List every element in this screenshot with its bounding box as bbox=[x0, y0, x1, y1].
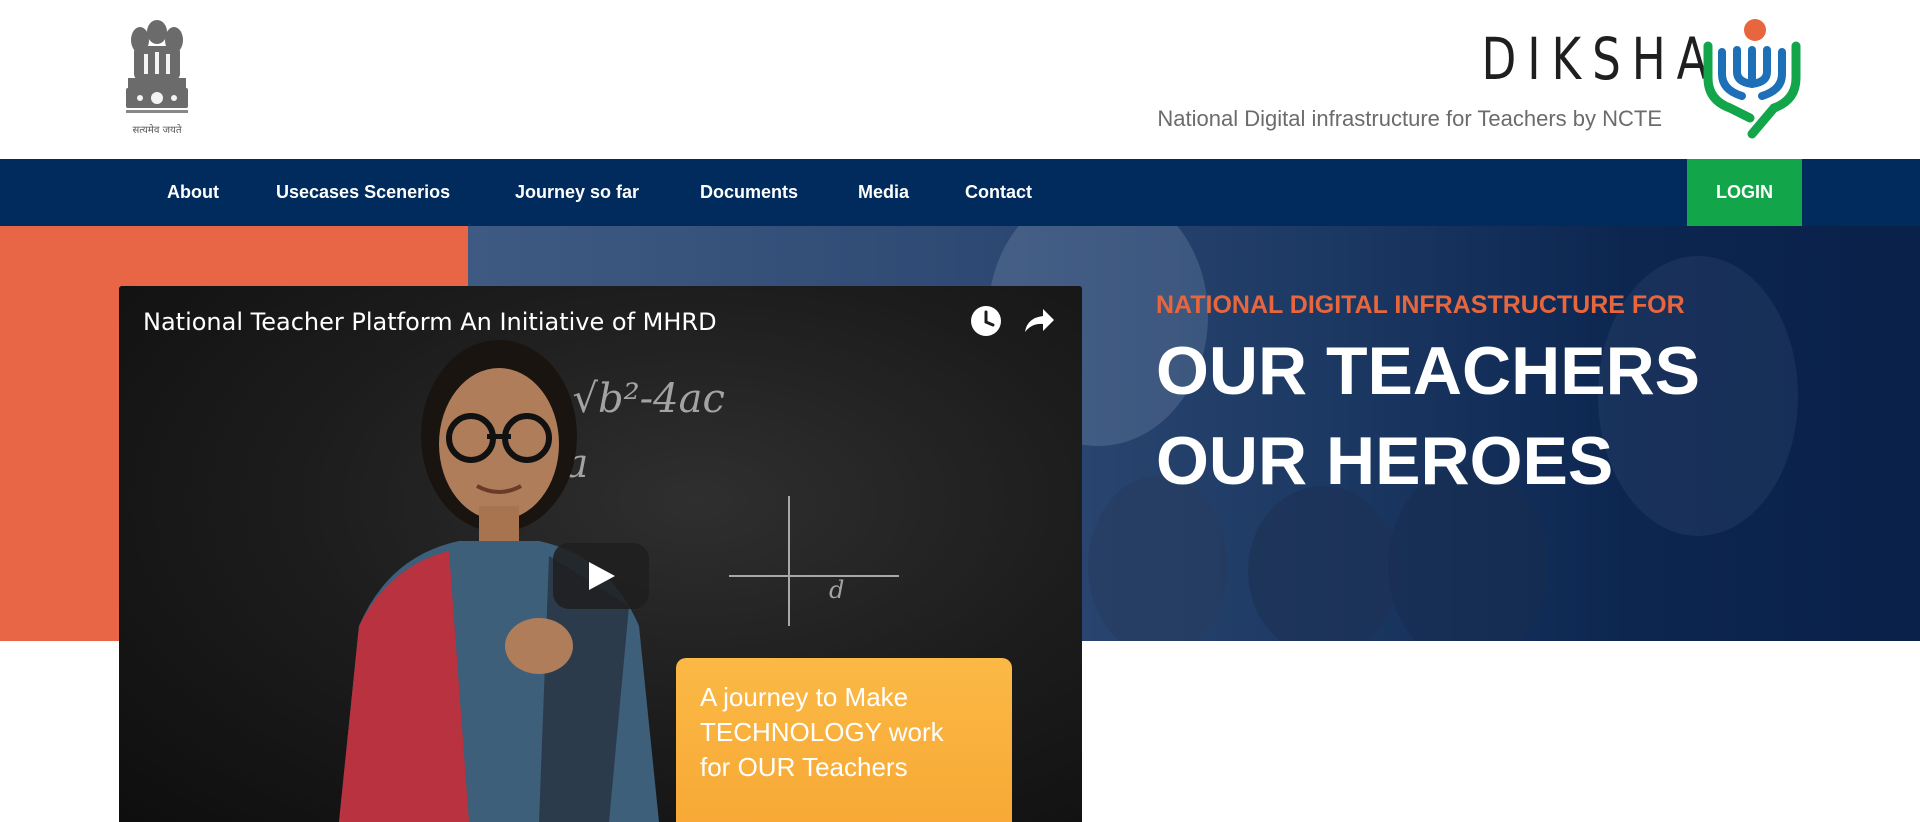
promo-line-2: TECHNOLOGY work bbox=[700, 717, 944, 747]
diksha-logo-icon[interactable] bbox=[1700, 16, 1804, 140]
chalk-axes bbox=[729, 496, 899, 626]
share-icon[interactable] bbox=[1021, 304, 1057, 338]
hero-eyebrow: NATIONAL DIGITAL INFRASTRUCTURE FOR bbox=[1156, 291, 1685, 319]
national-emblem-icon[interactable]: सत्यमेव जयते bbox=[118, 16, 196, 140]
nav-about[interactable]: About bbox=[167, 159, 219, 226]
brand-tagline: National Digital infrastructure for Teac… bbox=[1157, 106, 1662, 131]
nav-journey[interactable]: Journey so far bbox=[515, 159, 639, 226]
main-navbar: About Usecases Scenerios Journey so far … bbox=[0, 159, 1920, 226]
hero-title-line-1: OUR TEACHERS bbox=[1156, 333, 1701, 409]
page: सत्यमेव जयते DIKSHA National Digital inf… bbox=[0, 0, 1920, 822]
promo-text: A journey to Make TECHNOLOGY work for OU… bbox=[700, 680, 1000, 785]
nav-media[interactable]: Media bbox=[858, 159, 909, 226]
login-button[interactable]: LOGIN bbox=[1687, 159, 1802, 226]
emblem-motto: सत्यमेव जयते bbox=[132, 125, 182, 136]
video-title[interactable]: National Teacher Platform An Initiative … bbox=[143, 308, 717, 336]
site-header: सत्यमेव जयते DIKSHA National Digital inf… bbox=[0, 0, 1920, 159]
hero-title-line-2: OUR HEROES bbox=[1156, 423, 1614, 499]
nav-usecases[interactable]: Usecases Scenerios bbox=[276, 159, 450, 226]
nav-contact[interactable]: Contact bbox=[965, 159, 1032, 226]
play-button[interactable] bbox=[553, 543, 649, 609]
nav-documents[interactable]: Documents bbox=[700, 159, 798, 226]
play-icon bbox=[589, 562, 615, 590]
promo-line-3: for OUR Teachers bbox=[700, 752, 908, 782]
hero-title: OUR TEACHERS OUR HEROES bbox=[1156, 326, 1700, 506]
clock-icon[interactable] bbox=[969, 304, 1003, 338]
promo-line-1: A journey to Make bbox=[700, 682, 909, 712]
brand-name[interactable]: DIKSHA bbox=[1481, 24, 1707, 94]
promo-card: A journey to Make TECHNOLOGY work for OU… bbox=[676, 658, 1012, 822]
video-player[interactable]: ±√b²-4ac 2a d National Teacher Platform … bbox=[119, 286, 1082, 822]
